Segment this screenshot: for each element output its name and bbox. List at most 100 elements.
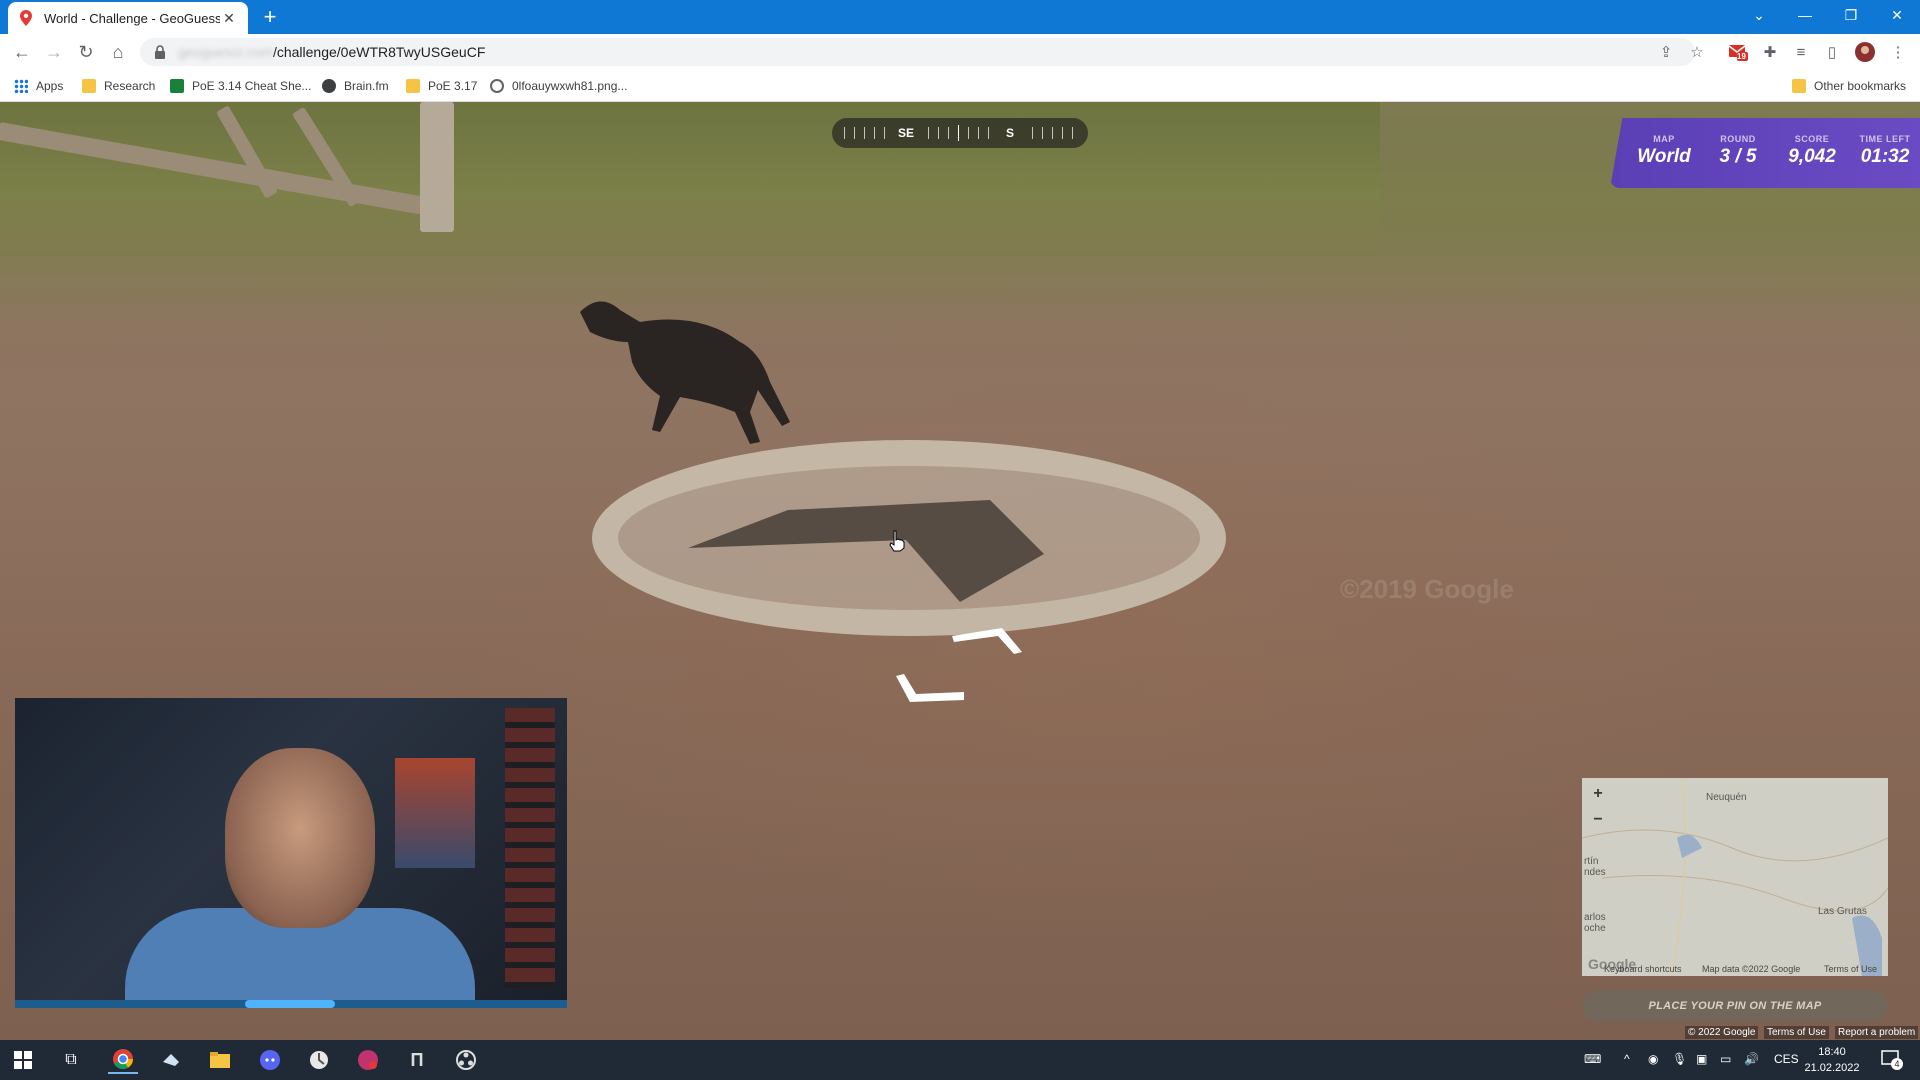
compass-label-s: S <box>1006 126 1015 140</box>
tab-geoguessr[interactable]: World - Challenge - GeoGuessr ✕ <box>8 2 248 34</box>
back-icon[interactable]: ← <box>10 40 34 64</box>
time-left-value: 01:32 <box>1860 146 1910 167</box>
folder-icon <box>406 79 420 93</box>
minimap-terrain <box>1582 778 1888 976</box>
reading-list-icon[interactable]: ≡ <box>1791 42 1811 62</box>
side-panel-icon[interactable]: ▯ <box>1822 42 1842 62</box>
bookmark-brainfm[interactable]: Brain.fm <box>322 77 389 95</box>
notification-count: 4 <box>1891 1058 1903 1070</box>
reload-icon[interactable]: ↻ <box>74 40 98 64</box>
compass-label-se: SE <box>898 126 915 140</box>
brainfm-icon <box>322 79 336 93</box>
volume-icon[interactable]: 🔊 <box>1744 1052 1759 1066</box>
map-name: World <box>1637 146 1691 167</box>
clock-date: 21.02.2022 <box>1804 1062 1860 1074</box>
navigation-arrow-icon[interactable] <box>688 490 1048 610</box>
system-clock[interactable]: 18:40 21.02.2022 <box>1796 1044 1868 1076</box>
home-icon[interactable]: ⌂ <box>106 40 130 64</box>
bookmark-poe-317[interactable]: PoE 3.17 <box>406 77 477 95</box>
tab-search-icon[interactable]: ⌄ <box>1736 0 1782 30</box>
bookmark-research[interactable]: Research <box>82 77 155 95</box>
browser-toolbar: ← → ↻ ⌂ geoguessr.com /challenge/0eWTR8T… <box>0 34 1920 70</box>
tab-strip: World - Challenge - GeoGuessr ✕ + ⌄ — ❐ … <box>0 0 1920 34</box>
hud-score: SCORE 9,042 <box>1778 134 1846 168</box>
windows-taskbar: ⧉ Π ⌨ ^ ◉ 🎙 ▣ ▭ 🔊 CES 18:40 21.02.2022 4 <box>0 1040 1920 1080</box>
hud-time-left: TIME LEFT 01:32 <box>1852 134 1918 168</box>
steam-taskbar-icon[interactable] <box>156 1046 186 1074</box>
tray-monitor-icon[interactable]: ▣ <box>1696 1052 1707 1066</box>
minimap-zoom-out-button[interactable]: − <box>1590 812 1606 828</box>
tray-expand-icon[interactable]: ^ <box>1624 1052 1630 1066</box>
sheets-icon <box>170 79 184 93</box>
gmail-badge: 19 <box>1737 52 1746 61</box>
share-icon[interactable]: ⇪ <box>1656 42 1676 62</box>
minimap-zoom-in-button[interactable]: + <box>1590 786 1606 802</box>
discord-taskbar-icon[interactable] <box>255 1046 285 1074</box>
report-problem-link[interactable]: Report a problem <box>1835 1026 1919 1039</box>
game-launcher-icon[interactable]: Π <box>402 1046 432 1074</box>
microphone-icon[interactable]: 🎙 <box>1672 1052 1687 1066</box>
streamer-face <box>225 748 375 928</box>
folder-icon <box>1792 79 1806 93</box>
map-label-neuquen: Neuquén <box>1706 792 1747 803</box>
menu-kebab-icon[interactable]: ⋮ <box>1888 42 1908 62</box>
avatar[interactable] <box>1855 42 1875 62</box>
url-path: /challenge/0eWTR8TwyUSGeuCF <box>272 44 486 60</box>
network-icon[interactable]: ▭ <box>1720 1052 1731 1066</box>
bookmarks-bar: Apps Research PoE 3.14 Cheat She... Brai… <box>0 70 1920 102</box>
minimize-button[interactable]: — <box>1782 0 1828 30</box>
apps-grid-icon <box>14 79 28 93</box>
app-taskbar-icon[interactable] <box>304 1046 334 1074</box>
bookmark-apps[interactable]: Apps <box>14 77 63 95</box>
star-icon[interactable]: ☆ <box>1687 42 1707 62</box>
dog <box>580 301 790 444</box>
place-pin-button[interactable]: PLACE YOUR PIN ON THE MAP <box>1582 990 1888 1022</box>
task-view-icon[interactable]: ⧉ <box>56 1046 86 1074</box>
close-icon[interactable]: ✕ <box>220 9 238 27</box>
compass: SE S <box>832 118 1088 148</box>
location-pin-icon <box>18 10 34 26</box>
file-explorer-icon[interactable] <box>205 1046 235 1074</box>
map-data-attribution: Map data ©2022 Google <box>1702 964 1801 974</box>
guess-minimap[interactable]: + − Neuquén rtín ndes Las Grutas arlos o… <box>1582 778 1888 976</box>
wall-poster <box>395 758 475 868</box>
obs-taskbar-icon[interactable] <box>451 1046 481 1074</box>
map-label-bariloche: arlos oche <box>1584 912 1606 934</box>
chrome-taskbar-icon[interactable] <box>108 1046 138 1074</box>
terms-of-use-link[interactable]: Terms of Use <box>1764 1026 1829 1039</box>
lock-icon <box>155 45 165 59</box>
score-value: 9,042 <box>1788 146 1836 167</box>
move-forward-chevron-icon[interactable] <box>952 622 1026 656</box>
hand-cursor-icon <box>889 530 905 552</box>
windows-start-icon[interactable] <box>8 1046 38 1074</box>
map-label-martin-andes: rtín ndes <box>1584 856 1606 878</box>
bookmark-image[interactable]: 0lfoauywxwh81.png... <box>490 77 627 95</box>
tray-app-icon[interactable]: ◉ <box>1648 1052 1658 1066</box>
forward-icon[interactable]: → <box>42 40 66 64</box>
google-watermark: ©2019 Google <box>1340 574 1514 604</box>
map-terms-link[interactable]: Terms of Use <box>1824 964 1877 974</box>
bookmark-poe-cheat-sheet[interactable]: PoE 3.14 Cheat She... <box>170 77 311 95</box>
fence-post <box>420 102 454 232</box>
new-tab-button[interactable]: + <box>258 6 282 30</box>
clock-time: 18:40 <box>1818 1046 1846 1058</box>
bookshelf <box>505 708 555 988</box>
window-close-button[interactable]: ✕ <box>1874 0 1920 30</box>
address-bar[interactable]: geoguessr.com /challenge/0eWTR8TwyUSGeuC… <box>140 38 1695 66</box>
language-indicator[interactable]: CES <box>1774 1052 1799 1066</box>
gmail-extension-icon[interactable]: 19 <box>1728 42 1748 62</box>
messenger-taskbar-icon[interactable] <box>353 1046 383 1074</box>
round-counter: 3 / 5 <box>1719 146 1757 167</box>
notifications-icon[interactable]: 4 <box>1880 1048 1903 1073</box>
game-status-panel: MAP World ROUND 3 / 5 SCORE 9,042 TIME L… <box>1610 118 1920 188</box>
keyboard-shortcuts-link[interactable]: Keyboard shortcuts <box>1604 964 1682 974</box>
keyboard-icon[interactable]: ⌨ <box>1584 1052 1601 1066</box>
move-back-chevron-icon[interactable] <box>894 672 968 706</box>
globe-icon <box>490 79 504 93</box>
bookmark-other[interactable]: Other bookmarks <box>1792 77 1906 95</box>
restore-button[interactable]: ❐ <box>1828 0 1874 30</box>
folder-icon <box>82 79 96 93</box>
hud-round: ROUND 3 / 5 <box>1706 134 1770 168</box>
puzzle-extensions-icon[interactable]: ✚ <box>1760 42 1780 62</box>
webcam-overlay <box>15 698 567 1008</box>
